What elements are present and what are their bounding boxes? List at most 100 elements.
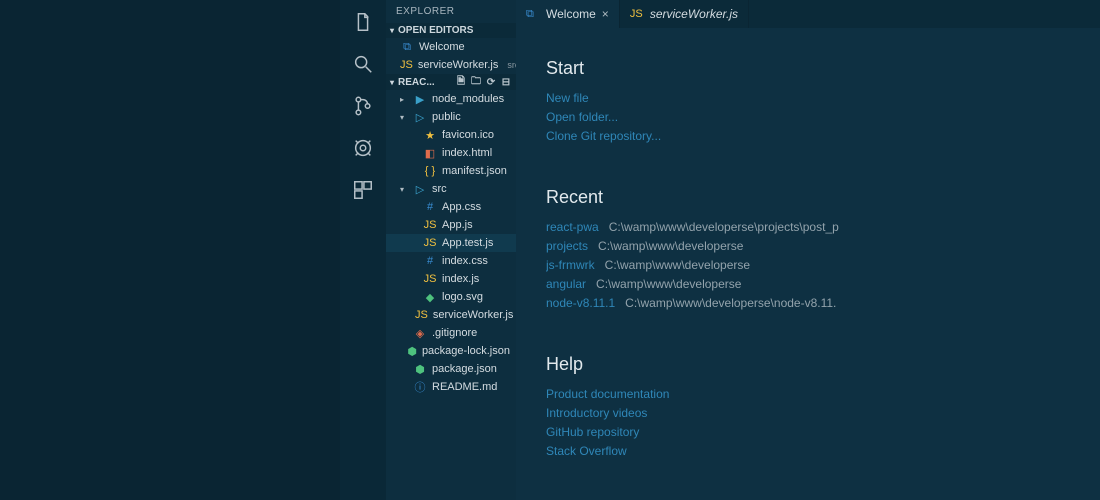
folder-o-icon: ▷ — [413, 183, 427, 196]
folder-o-icon: ▷ — [413, 111, 427, 124]
tree-item[interactable]: JSApp.test.js — [386, 234, 516, 252]
recent-name: projects — [546, 239, 588, 253]
tab-bar: ⧉ Welcome × JS serviceWorker.js — [516, 0, 1100, 28]
tree-item-label: App.js — [442, 219, 473, 231]
recent-path: C:\wamp\www\developerse\node-v8.11. — [625, 296, 836, 310]
tree-item[interactable]: # index.css — [386, 252, 516, 270]
editor-tab[interactable]: JS serviceWorker.js — [620, 0, 749, 28]
tree-item[interactable]: ◈.gitignore — [386, 324, 516, 342]
activity-scm-icon[interactable] — [349, 92, 377, 120]
tree-item[interactable]: JS index.js — [386, 270, 516, 288]
md-icon: ⓘ — [413, 379, 427, 395]
recent-item[interactable]: node-v8.11.1C:\wamp\www\developerse\node… — [546, 294, 1070, 313]
open-editors-list: ⧉WelcomeJSserviceWorker.jssrc — [386, 38, 516, 74]
start-heading: Start — [546, 58, 1070, 79]
welcome-page: Start New fileOpen folder...Clone Git re… — [516, 28, 1100, 500]
html-icon: ◧ — [423, 147, 437, 160]
tree-item[interactable]: ★ favicon.ico — [386, 126, 516, 144]
tree-item-label: README.md — [432, 381, 497, 393]
vs-icon: ⧉ — [526, 8, 540, 21]
tree-item-label: index.js — [442, 273, 479, 285]
tree-item-label: serviceWorker.js — [433, 309, 513, 321]
chevron-down-icon: ▾ — [390, 78, 394, 87]
close-icon[interactable]: × — [602, 7, 609, 21]
recent-section: Recent react-pwaC:\wamp\www\developerse\… — [546, 187, 1070, 314]
recent-item[interactable]: react-pwaC:\wamp\www\developerse\project… — [546, 218, 1070, 237]
help-heading: Help — [546, 354, 1070, 375]
recent-path: C:\wamp\www\developerse — [605, 258, 750, 272]
css-icon: # — [423, 201, 437, 213]
tree-item[interactable]: ⬢package-lock.json — [386, 342, 516, 360]
js-icon: JS — [423, 219, 437, 231]
tree-item[interactable]: ⓘ README.md — [386, 378, 516, 396]
open-editor-item[interactable]: JSserviceWorker.jssrc — [386, 56, 516, 74]
file-tree: ▸▶node_modules▾▷public★favicon.ico◧index… — [386, 90, 516, 396]
open-editors-header[interactable]: ▾ OPEN EDITORS — [386, 23, 516, 38]
chevron-icon: ▾ — [400, 113, 408, 122]
tree-item-label: logo.svg — [442, 291, 483, 303]
activity-bar — [340, 0, 386, 500]
start-link[interactable]: New file — [546, 89, 1070, 108]
start-link[interactable]: Open folder... — [546, 108, 1070, 127]
new-file-icon[interactable]: 🗎 — [455, 76, 467, 88]
css-icon: # — [423, 255, 437, 267]
help-link[interactable]: Product documentation — [546, 385, 1070, 404]
open-editor-item[interactable]: ⧉Welcome — [386, 38, 516, 56]
tree-item-label: App.test.js — [442, 237, 493, 249]
help-link[interactable]: Introductory videos — [546, 404, 1070, 423]
tab-label: serviceWorker.js — [650, 7, 738, 21]
tree-item[interactable]: ▸▶node_modules — [386, 90, 516, 108]
recent-item[interactable]: js-frmwrkC:\wamp\www\developerse — [546, 256, 1070, 275]
recent-name: angular — [546, 277, 586, 291]
tree-item-label: App.css — [442, 201, 481, 213]
new-folder-icon[interactable]: 🗀 — [470, 76, 482, 88]
activity-debug-icon[interactable] — [349, 134, 377, 162]
editor-area: ⧉ Welcome × JS serviceWorker.js Start New fi… — [516, 0, 1100, 500]
js-icon: JS — [423, 273, 437, 285]
project-header[interactable]: ▾ REAC... 🗎 🗀 ⟳ ⊟ — [386, 74, 516, 90]
start-section: Start New fileOpen folder...Clone Git re… — [546, 58, 1070, 147]
tree-item[interactable]: ◧index.html — [386, 144, 516, 162]
editor-tab[interactable]: ⧉ Welcome × — [516, 0, 620, 28]
help-link[interactable]: Stack Overflow — [546, 442, 1070, 461]
tree-item[interactable]: # App.css — [386, 198, 516, 216]
star-icon: ★ — [423, 129, 437, 142]
tree-item-label: manifest.json — [442, 165, 507, 177]
help-link[interactable]: GitHub repository — [546, 423, 1070, 442]
activity-extensions-icon[interactable] — [349, 176, 377, 204]
refresh-icon[interactable]: ⟳ — [485, 76, 497, 88]
tree-item[interactable]: { }manifest.json — [386, 162, 516, 180]
explorer-title: EXPLORER — [386, 0, 516, 23]
activity-search-icon[interactable] — [349, 50, 377, 78]
open-editor-label: serviceWorker.js — [418, 59, 498, 71]
recent-path: C:\wamp\www\developerse\projects\post_p — [609, 220, 839, 234]
tree-item-label: src — [432, 183, 447, 195]
tree-item-label: favicon.ico — [442, 129, 494, 141]
tree-item[interactable]: JS serviceWorker.js — [386, 306, 516, 324]
js-icon: JS — [415, 309, 428, 321]
start-link[interactable]: Clone Git repository... — [546, 127, 1070, 146]
tree-item-label: package-lock.json — [422, 345, 510, 357]
lock-icon: ⬢ — [413, 363, 427, 376]
chevron-icon: ▸ — [400, 95, 408, 104]
tree-item[interactable]: ▾ ▷ public — [386, 108, 516, 126]
tree-item[interactable]: ◆ logo.svg — [386, 288, 516, 306]
tree-item-label: index.css — [442, 255, 488, 267]
git-icon: ◈ — [413, 327, 427, 340]
recent-path: C:\wamp\www\developerse — [596, 277, 741, 291]
tree-item[interactable]: JS App.js — [386, 216, 516, 234]
chevron-icon: ▾ — [400, 185, 408, 194]
help-section: Help Product documentationIntroductory v… — [546, 354, 1070, 462]
recent-heading: Recent — [546, 187, 1070, 208]
js-icon: JS — [630, 8, 644, 20]
tree-item-label: public — [432, 111, 461, 123]
activity-explorer-icon[interactable] — [349, 8, 377, 36]
collapse-icon[interactable]: ⊟ — [500, 76, 512, 88]
recent-item[interactable]: projectsC:\wamp\www\developerse — [546, 237, 1070, 256]
tab-label: Welcome — [546, 7, 596, 21]
tree-item[interactable]: ▾ ▷ src — [386, 180, 516, 198]
tree-item[interactable]: ⬢package.json — [386, 360, 516, 378]
explorer-sidebar: EXPLORER ▾ OPEN EDITORS ⧉WelcomeJSservic… — [386, 0, 516, 500]
svg-icon: ◆ — [423, 291, 437, 304]
recent-item[interactable]: angular C:\wamp\www\developerse — [546, 275, 1070, 294]
